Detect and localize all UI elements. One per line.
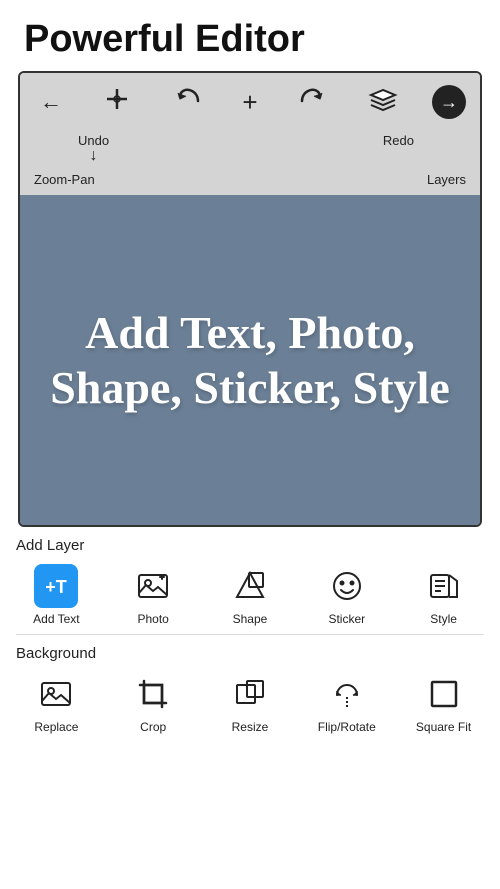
layers-label: Layers xyxy=(427,172,466,187)
page-title: Powerful Editor xyxy=(0,0,500,71)
bottom-panel: Add Layer +T Add Text Photo xyxy=(0,527,500,742)
tool-crop[interactable]: Crop xyxy=(118,672,188,734)
tool-add-text[interactable]: +T Add Text xyxy=(21,564,91,626)
add-text-icon: +T xyxy=(34,564,78,608)
style-icon xyxy=(422,564,466,608)
background-label: Background xyxy=(0,635,500,668)
back-icon[interactable]: ← xyxy=(34,87,68,117)
toolbar-labels-row: Zoom-Pan Layers xyxy=(20,172,480,195)
undo-icon[interactable] xyxy=(166,81,210,123)
undo-label: Undo xyxy=(78,133,109,148)
redo-label: Redo xyxy=(383,133,414,148)
tool-photo[interactable]: Photo xyxy=(118,564,188,626)
replace-icon xyxy=(34,672,78,716)
shape-label: Shape xyxy=(233,612,268,626)
sticker-icon xyxy=(325,564,369,608)
canvas-text: Add Text, Photo, Shape, Sticker, Style xyxy=(40,305,460,415)
crop-label: Crop xyxy=(140,720,166,734)
flip-rotate-label: Flip/Rotate xyxy=(318,720,376,734)
zoom-pan-icon[interactable] xyxy=(95,81,139,123)
tool-square-fit[interactable]: Square Fit xyxy=(409,672,479,734)
tool-style[interactable]: Style xyxy=(409,564,479,626)
square-fit-label: Square Fit xyxy=(416,720,471,734)
square-fit-icon xyxy=(422,672,466,716)
next-button[interactable]: → xyxy=(432,85,466,119)
tool-replace[interactable]: Replace xyxy=(21,672,91,734)
canvas-area: Add Text, Photo, Shape, Sticker, Style xyxy=(20,195,480,525)
tool-flip-rotate[interactable]: Flip/Rotate xyxy=(312,672,382,734)
flip-rotate-icon xyxy=(325,672,369,716)
editor-container: ← + xyxy=(18,71,482,527)
svg-text:+T: +T xyxy=(46,577,68,597)
add-layer-label: Add Layer xyxy=(0,527,500,560)
tool-resize[interactable]: Resize xyxy=(215,672,285,734)
background-tools: Replace Crop Resize xyxy=(0,668,500,742)
resize-label: Resize xyxy=(232,720,269,734)
style-label: Style xyxy=(430,612,457,626)
zoom-pan-label: Zoom-Pan xyxy=(34,172,95,187)
layers-icon[interactable] xyxy=(361,81,405,123)
photo-icon xyxy=(131,564,175,608)
add-icon[interactable]: + xyxy=(236,85,263,120)
add-text-label: Add Text xyxy=(33,612,79,626)
photo-label: Photo xyxy=(138,612,169,626)
resize-icon xyxy=(228,672,272,716)
tool-shape[interactable]: Shape xyxy=(215,564,285,626)
tool-sticker[interactable]: Sticker xyxy=(312,564,382,626)
redo-icon[interactable] xyxy=(290,81,334,123)
replace-label: Replace xyxy=(34,720,78,734)
shape-icon xyxy=(228,564,272,608)
crop-icon xyxy=(131,672,175,716)
toolbar: ← + xyxy=(20,73,480,131)
undo-arrow: ↓ xyxy=(90,148,98,164)
sticker-label: Sticker xyxy=(328,612,365,626)
add-layer-tools: +T Add Text Photo xyxy=(0,560,500,634)
